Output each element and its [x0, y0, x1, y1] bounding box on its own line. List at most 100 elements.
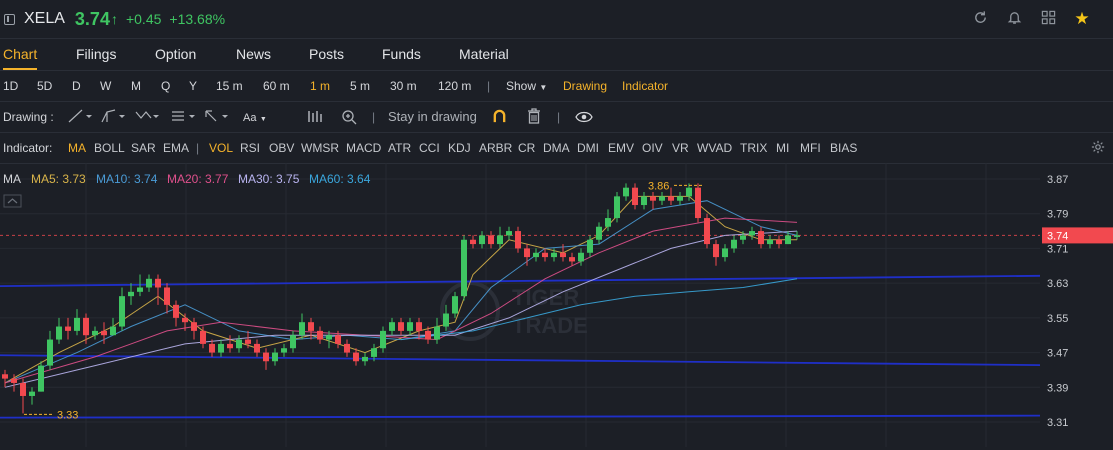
grid-icon[interactable] [1031, 10, 1065, 29]
candle-body [506, 231, 512, 236]
period-120m[interactable]: 120 m [438, 79, 471, 93]
bars-pattern-icon[interactable] [307, 110, 323, 126]
tab-material[interactable]: Material [459, 38, 509, 70]
candle-body [245, 339, 251, 344]
candle-body [272, 352, 278, 362]
line-tool-icon[interactable] [68, 109, 94, 126]
indicator-sar[interactable]: SAR [131, 141, 156, 155]
period-5m[interactable]: 5 m [350, 79, 370, 93]
show-dropdown[interactable]: Show ▼ [506, 79, 547, 93]
period-15m[interactable]: 15 m [216, 79, 243, 93]
stay-in-drawing-toggle[interactable]: Stay in drawing [388, 109, 477, 124]
candle-body [47, 339, 53, 366]
trend-tool-icon[interactable] [101, 109, 127, 126]
indicator-atr[interactable]: ATR [388, 141, 411, 155]
candlestick-chart[interactable]: TIGER TRADE 3.87 3.79 3.71 3.63 3.55 3.47 3.39… [0, 163, 1113, 447]
period-1m[interactable]: 1 m [310, 79, 330, 93]
period-30m[interactable]: 30 m [390, 79, 417, 93]
candle-body [488, 235, 494, 245]
eye-icon[interactable] [575, 111, 593, 126]
candle-body [200, 330, 206, 344]
candle-body [785, 235, 791, 245]
fib-tool-icon[interactable] [171, 109, 197, 126]
indicator-dma[interactable]: DMA [543, 141, 570, 155]
indicator-emv[interactable]: EMV [608, 141, 634, 155]
indicator-obv[interactable]: OBV [269, 141, 294, 155]
period-60m[interactable]: 60 m [263, 79, 290, 93]
candle-body [299, 322, 305, 336]
refresh-icon[interactable] [963, 10, 997, 29]
candle-body [470, 239, 476, 245]
ma5-line [4, 195, 797, 384]
drawing-toolbar: Drawing : Aa ▼ | Stay in drawing | [0, 101, 1113, 132]
indicator-kdj[interactable]: KDJ [448, 141, 471, 155]
magnet-icon[interactable] [492, 109, 507, 127]
candle-body [740, 235, 746, 240]
period-y[interactable]: Y [189, 79, 197, 93]
candle-body [164, 287, 170, 305]
indicator-cr[interactable]: CR [518, 141, 535, 155]
tab-option[interactable]: Option [155, 38, 196, 70]
arrow-tool-icon[interactable] [204, 109, 230, 126]
separator: | [372, 109, 376, 124]
indicator-macd[interactable]: MACD [346, 141, 381, 155]
indicator-wmsr[interactable]: WMSR [301, 141, 339, 155]
period-m[interactable]: M [131, 79, 141, 93]
indicator-cci[interactable]: CCI [419, 141, 440, 155]
indicator-mi[interactable]: MI [776, 141, 789, 155]
indicator-rsi[interactable]: RSI [240, 141, 260, 155]
period-1d[interactable]: 1D [3, 79, 18, 93]
indicator-oiv[interactable]: OIV [642, 141, 663, 155]
star-icon[interactable]: ★ [1065, 9, 1099, 29]
candle-body [425, 330, 431, 340]
arrow-up-icon: ↑ [110, 11, 118, 27]
candle-body [533, 252, 539, 258]
drawing-toggle[interactable]: Drawing [563, 79, 607, 93]
indicator-trix[interactable]: TRIX [740, 141, 767, 155]
candle-body [146, 278, 152, 288]
indicator-boll[interactable]: BOLL [94, 141, 125, 155]
collapse-legend-button[interactable] [3, 194, 22, 208]
period-q[interactable]: Q [161, 79, 170, 93]
period-d[interactable]: D [72, 79, 81, 93]
tab-filings[interactable]: Filings [76, 38, 116, 70]
tab-posts[interactable]: Posts [309, 38, 344, 70]
indicator-ema[interactable]: EMA [163, 141, 189, 155]
indicator-vol[interactable]: VOL [209, 141, 233, 155]
indicator-arbr[interactable]: ARBR [479, 141, 512, 155]
indicator-wvad[interactable]: WVAD [697, 141, 732, 155]
candle-body [281, 348, 287, 353]
indicator-mfi[interactable]: MFI [800, 141, 821, 155]
gear-icon[interactable] [1091, 140, 1105, 157]
candle-body [614, 196, 620, 219]
trash-icon[interactable] [527, 108, 541, 127]
period-w[interactable]: W [100, 79, 111, 93]
separator: | [557, 109, 561, 124]
support-line [0, 414, 1041, 419]
indicator-ma[interactable]: MA [68, 141, 86, 155]
indicator-vr[interactable]: VR [672, 141, 689, 155]
candle-body [290, 335, 296, 349]
candle-body [695, 187, 701, 219]
text-tool[interactable]: Aa ▼ [243, 110, 267, 124]
drawing-label: Drawing : [3, 109, 54, 124]
tab-news[interactable]: News [236, 38, 271, 70]
bell-icon[interactable] [997, 10, 1031, 29]
period-bar: 1D 5D D W M Q Y 15 m 60 m 1 m 5 m 30 m 1… [0, 70, 1113, 101]
candle-body [749, 231, 755, 236]
tab-bar: Chart Filings Option News Posts Funds Ma… [0, 38, 1113, 70]
candle-body [722, 248, 728, 258]
indicator-bias[interactable]: BIAS [830, 141, 857, 155]
pattern-tool-icon[interactable] [135, 109, 161, 126]
indicator-dmi[interactable]: DMI [577, 141, 599, 155]
panel-toggle-icon[interactable] [4, 13, 15, 25]
tab-chart[interactable]: Chart [3, 38, 38, 70]
tab-funds[interactable]: Funds [382, 38, 421, 70]
period-5d[interactable]: 5D [37, 79, 52, 93]
candle-body [758, 231, 764, 245]
indicator-toggle[interactable]: Indicator [622, 79, 668, 93]
price-chart[interactable]: TIGER TRADE 3.87 3.79 3.71 3.63 3.55 3.47 3.39… [0, 163, 1113, 447]
price-change-percent: +13.68% [169, 11, 226, 27]
zoom-in-icon[interactable] [341, 109, 357, 128]
annotations: 3.86 3.33 [24, 180, 702, 421]
